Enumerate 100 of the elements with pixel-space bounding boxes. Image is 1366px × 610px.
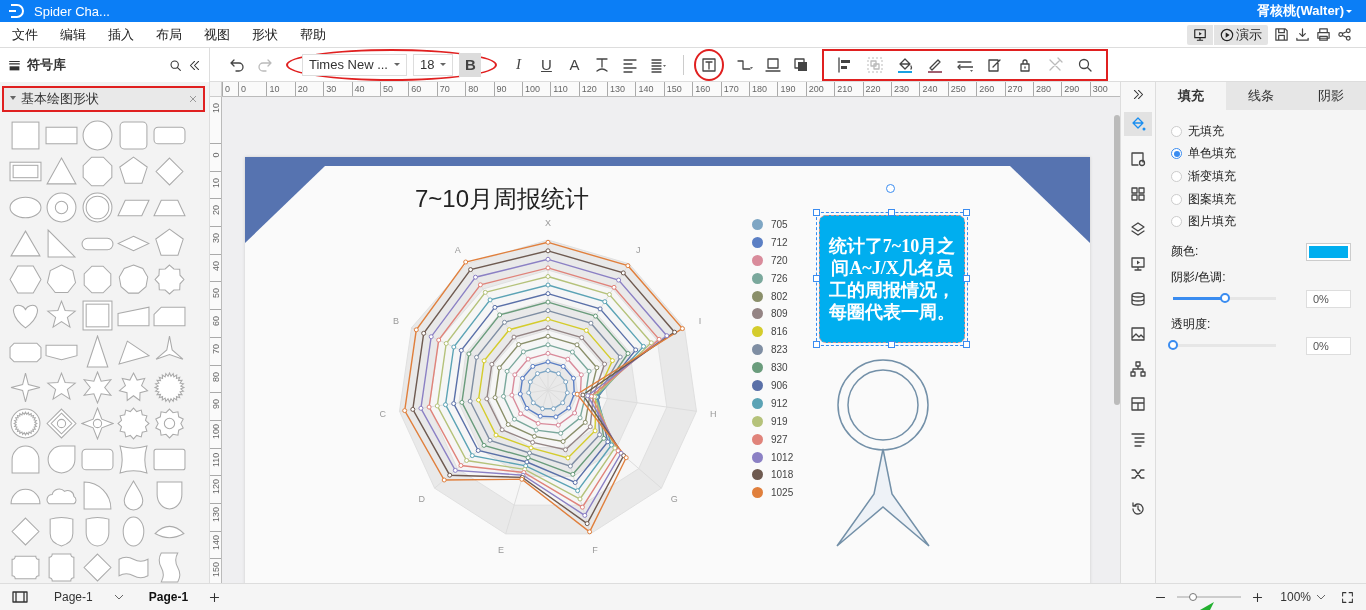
right-triangle-icon[interactable]: [45, 227, 78, 260]
align-text-icon[interactable]: [622, 56, 639, 73]
value-field[interactable]: 0%: [1306, 336, 1351, 355]
menu-item[interactable]: 形状: [244, 25, 286, 44]
radio-button[interactable]: [1171, 148, 1182, 160]
four-point-star-icon[interactable]: [9, 371, 42, 404]
font-color-button[interactable]: A: [563, 52, 586, 77]
seven-point-star-icon[interactable]: [117, 371, 150, 404]
diamond-icon[interactable]: [153, 155, 186, 188]
menu-item[interactable]: 插入: [100, 25, 142, 44]
rounded-square-icon[interactable]: [117, 119, 150, 152]
value-field[interactable]: 0%: [1306, 289, 1351, 308]
presentation-icon[interactable]: [1130, 256, 1146, 272]
selection-handle[interactable]: [888, 341, 895, 348]
octagon-icon[interactable]: [81, 155, 114, 188]
page-tab[interactable]: Page-1: [138, 590, 199, 604]
diamond-ring-icon[interactable]: [45, 407, 78, 440]
menu-item[interactable]: 帮助: [292, 25, 334, 44]
selection-handle[interactable]: [963, 209, 970, 216]
close-icon[interactable]: [189, 95, 197, 103]
selection-handle[interactable]: [813, 209, 820, 216]
double-circle-icon[interactable]: [81, 191, 114, 224]
frame-icon[interactable]: [81, 299, 114, 332]
d-shape-icon[interactable]: [9, 443, 42, 476]
text-box-icon[interactable]: [701, 56, 718, 73]
menu-item[interactable]: 文件: [4, 25, 46, 44]
layers-icon[interactable]: [1130, 221, 1146, 237]
add-icon[interactable]: [208, 590, 222, 604]
six-point-star-icon[interactable]: [81, 371, 114, 404]
slider-thumb[interactable]: [1219, 293, 1230, 304]
menu-item[interactable]: 编辑: [52, 25, 94, 44]
vertical-scrollbar[interactable]: [1114, 115, 1120, 405]
radio-button[interactable]: [1171, 193, 1182, 205]
square-icon[interactable]: [9, 119, 42, 152]
selection-handle[interactable]: [888, 209, 895, 216]
slider-thumb[interactable]: [1168, 340, 1178, 351]
print-icon[interactable]: [1316, 27, 1331, 42]
search-icon[interactable]: [1077, 56, 1094, 73]
fill-option[interactable]: 无填充: [1171, 120, 1351, 143]
shield-icon[interactable]: [153, 479, 186, 512]
plaque-icon[interactable]: [45, 551, 78, 584]
menu-item[interactable]: 视图: [196, 25, 238, 44]
underline-button[interactable]: U: [535, 52, 558, 77]
bold-button[interactable]: B: [459, 52, 482, 77]
share-icon[interactable]: [1337, 27, 1352, 42]
nonagon-icon[interactable]: [117, 263, 150, 296]
radio-button[interactable]: [1171, 171, 1182, 182]
layout-icon[interactable]: [1130, 396, 1146, 412]
selection-handle[interactable]: [963, 341, 970, 348]
circle-icon[interactable]: [81, 119, 114, 152]
sunburst-icon[interactable]: [153, 371, 186, 404]
heptagon-icon[interactable]: [45, 263, 78, 296]
line-spacing-icon[interactable]: [650, 56, 667, 73]
category-header[interactable]: 基本绘图形状: [4, 88, 203, 110]
hexagon-icon[interactable]: [9, 263, 42, 296]
octagon-icon[interactable]: [81, 263, 114, 296]
seal-icon[interactable]: [9, 407, 42, 440]
image-icon[interactable]: [1130, 326, 1146, 342]
plus-icon[interactable]: [1251, 590, 1265, 604]
page-settings-icon[interactable]: [1130, 151, 1146, 167]
expand-icon[interactable]: [1131, 88, 1145, 101]
four-point-star-ring-icon[interactable]: [81, 407, 114, 440]
italic-button[interactable]: I: [507, 52, 530, 77]
panel-tab[interactable]: 线条: [1226, 82, 1296, 110]
menu-item[interactable]: 布局: [148, 25, 190, 44]
zoom-select[interactable]: 100%: [1274, 589, 1331, 605]
history-icon[interactable]: [1130, 501, 1146, 517]
triangle-icon[interactable]: [9, 227, 42, 260]
database-icon[interactable]: [1130, 291, 1146, 307]
rotation-handle[interactable]: [886, 184, 895, 193]
page-select[interactable]: Page-1: [48, 589, 129, 605]
badge-icon[interactable]: [117, 407, 150, 440]
grid-icon[interactable]: [1130, 186, 1146, 202]
fullscreen-icon[interactable]: [1341, 590, 1354, 604]
radio-button[interactable]: [1171, 125, 1182, 137]
search-icon[interactable]: [169, 58, 182, 72]
eight-point-star-icon[interactable]: [153, 263, 186, 296]
container-icon[interactable]: [765, 56, 782, 73]
radio-button[interactable]: [1171, 216, 1182, 228]
collapse-icon[interactable]: [188, 58, 201, 72]
selection-handle[interactable]: [963, 275, 970, 282]
fill-option[interactable]: 图片填充: [1171, 210, 1351, 233]
font-family-select[interactable]: Times New ...: [302, 53, 407, 76]
zoom-slider-thumb[interactable]: [1189, 593, 1198, 601]
gear-icon[interactable]: [153, 407, 186, 440]
leaf-icon[interactable]: [45, 443, 78, 476]
save-icon[interactable]: [1274, 27, 1289, 42]
user-menu[interactable]: 胥核桃(Walter): [1251, 1, 1358, 21]
list-icon[interactable]: [1130, 431, 1146, 447]
paint-bucket-icon[interactable]: [897, 56, 914, 73]
triangle-icon[interactable]: [45, 155, 78, 188]
fill-option[interactable]: 图案填充: [1171, 187, 1351, 211]
font-size-select[interactable]: 18: [413, 53, 454, 76]
download-icon[interactable]: [1295, 27, 1310, 42]
selection-handle[interactable]: [813, 341, 820, 348]
selection-handle[interactable]: [813, 275, 820, 282]
panel-tab[interactable]: 阴影: [1296, 82, 1366, 110]
ring-icon[interactable]: [45, 191, 78, 224]
diamond-icon[interactable]: [9, 515, 42, 548]
fill-option[interactable]: 渐变填充: [1171, 165, 1351, 188]
